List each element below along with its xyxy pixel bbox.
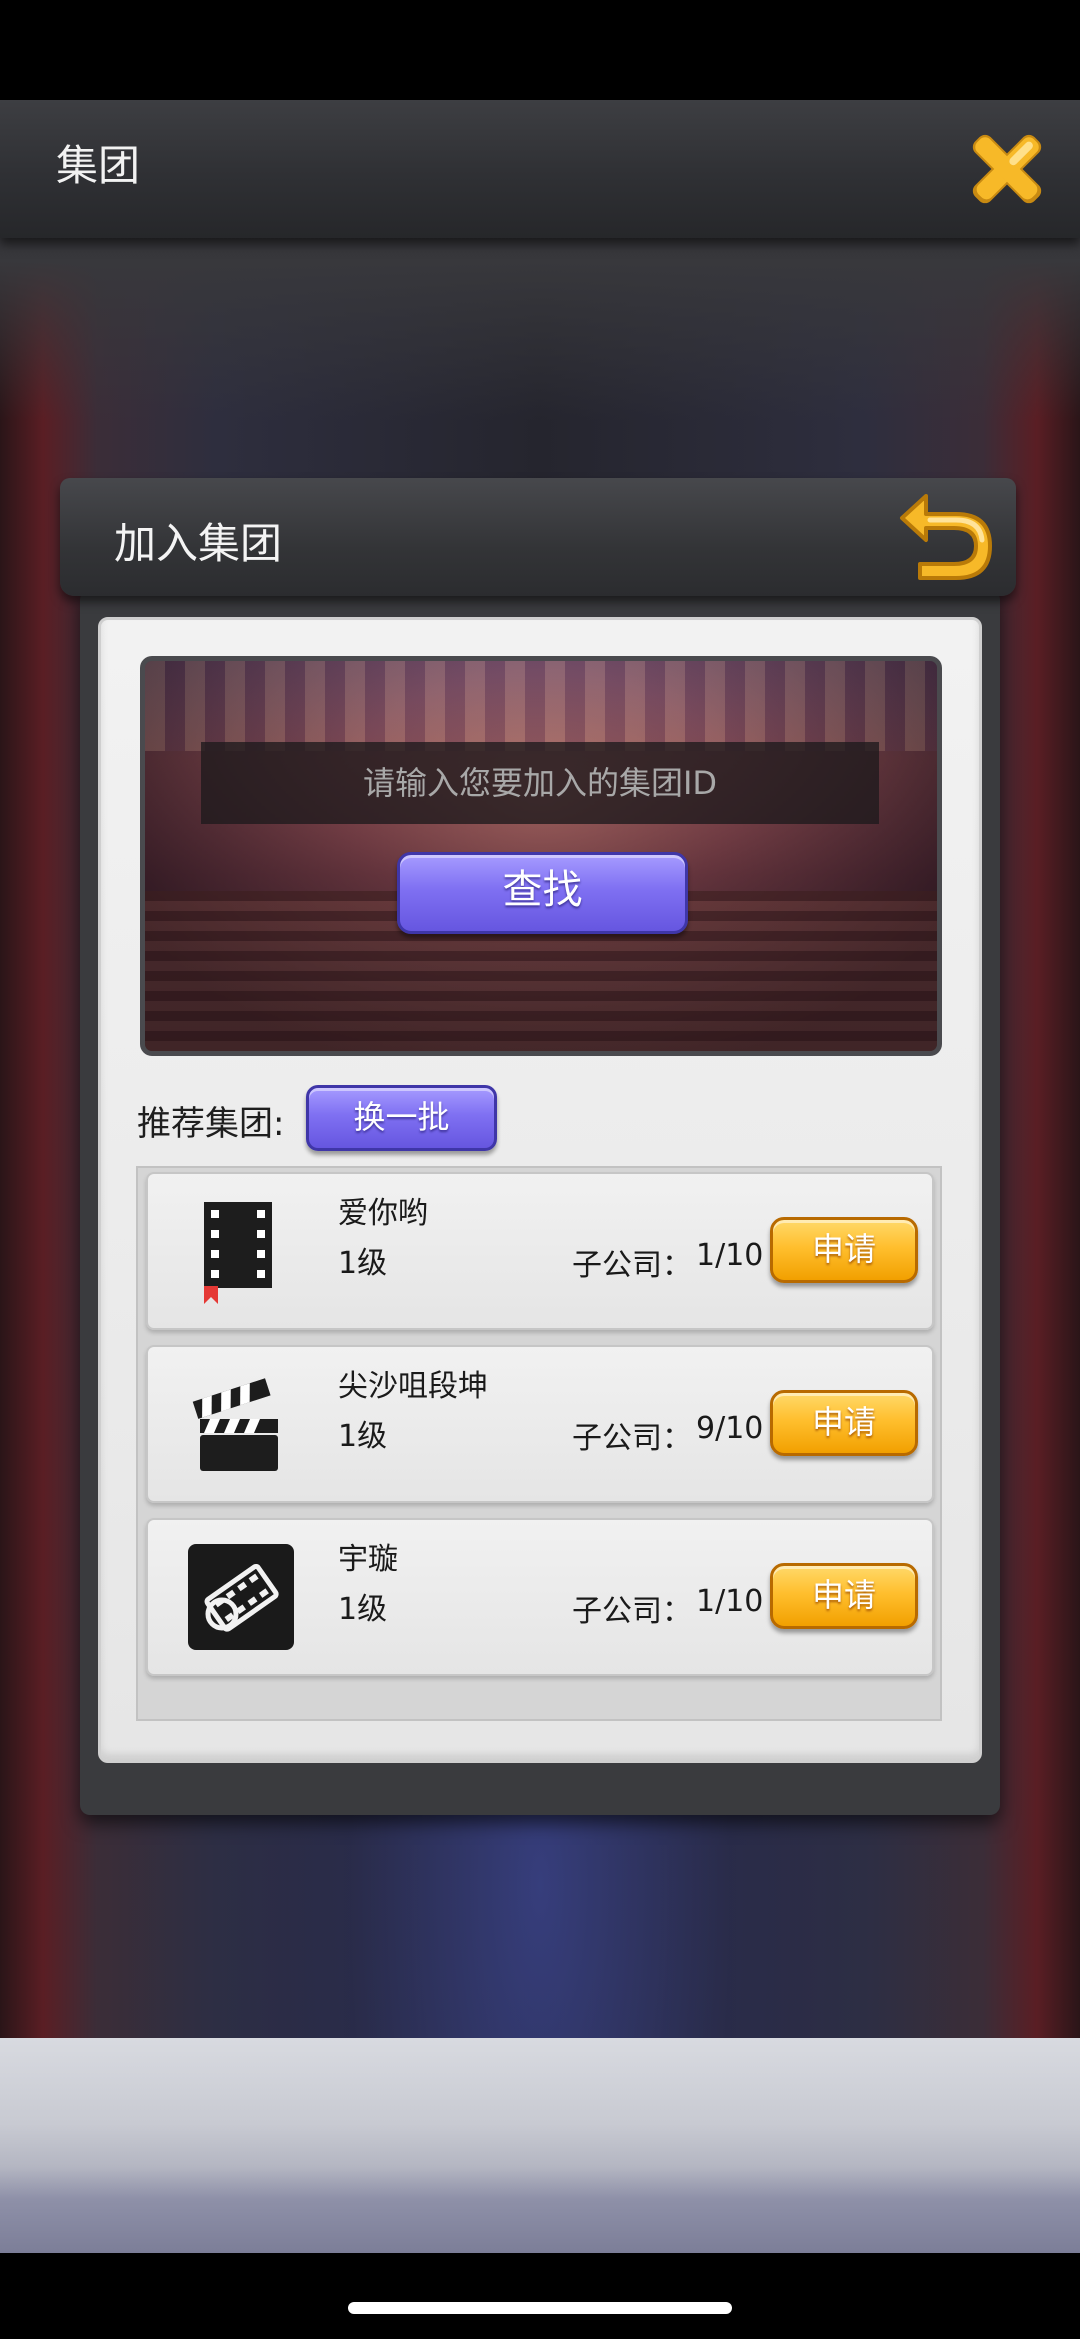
theater-ceiling-image <box>145 661 937 751</box>
apply-button[interactable]: 申请 <box>770 1390 918 1456</box>
home-indicator[interactable] <box>348 2302 732 2314</box>
top-header <box>0 100 1080 238</box>
home-bar-area <box>0 2253 1080 2339</box>
group-level: 1级 <box>338 1419 388 1454</box>
back-arrow-icon[interactable] <box>896 484 996 584</box>
group-name: 尖沙咀段坤 <box>338 1369 488 1404</box>
group-card: 尖沙咀段坤 1级 子公司： 9/10 申请 <box>146 1345 934 1503</box>
apply-button[interactable]: 申请 <box>770 1217 918 1283</box>
modal-title: 加入集团 <box>114 519 283 568</box>
close-icon[interactable] <box>962 124 1052 214</box>
group-level: 1级 <box>338 1592 388 1627</box>
group-id-search-input[interactable] <box>201 742 879 824</box>
subsidiary-count: 1/10 <box>696 1584 764 1619</box>
group-card: 爱你哟 1级 子公司： 1/10 申请 <box>146 1172 934 1330</box>
group-name: 宇璇 <box>338 1542 398 1577</box>
find-button[interactable]: 查找 <box>397 852 688 934</box>
group-level: 1级 <box>338 1246 388 1281</box>
subsidiary-label: 子公司： <box>572 1594 692 1629</box>
film-reel-icon <box>184 1542 294 1652</box>
page-title: 集团 <box>56 141 141 190</box>
film-strip-icon <box>184 1196 294 1306</box>
subsidiary-count: 9/10 <box>696 1411 764 1446</box>
subsidiary-label: 子公司： <box>572 1421 692 1456</box>
subsidiary-count: 1/10 <box>696 1238 764 1273</box>
stage-floor <box>0 2038 1080 2253</box>
subsidiary-label: 子公司： <box>572 1248 692 1283</box>
group-name: 爱你哟 <box>338 1196 428 1231</box>
recommended-label: 推荐集团: <box>137 1104 285 1144</box>
group-card: 宇璇 1级 子公司： 1/10 申请 <box>146 1518 934 1676</box>
apply-button[interactable]: 申请 <box>770 1563 918 1629</box>
clapperboard-icon <box>184 1369 294 1479</box>
refresh-batch-button[interactable]: 换一批 <box>306 1085 497 1151</box>
